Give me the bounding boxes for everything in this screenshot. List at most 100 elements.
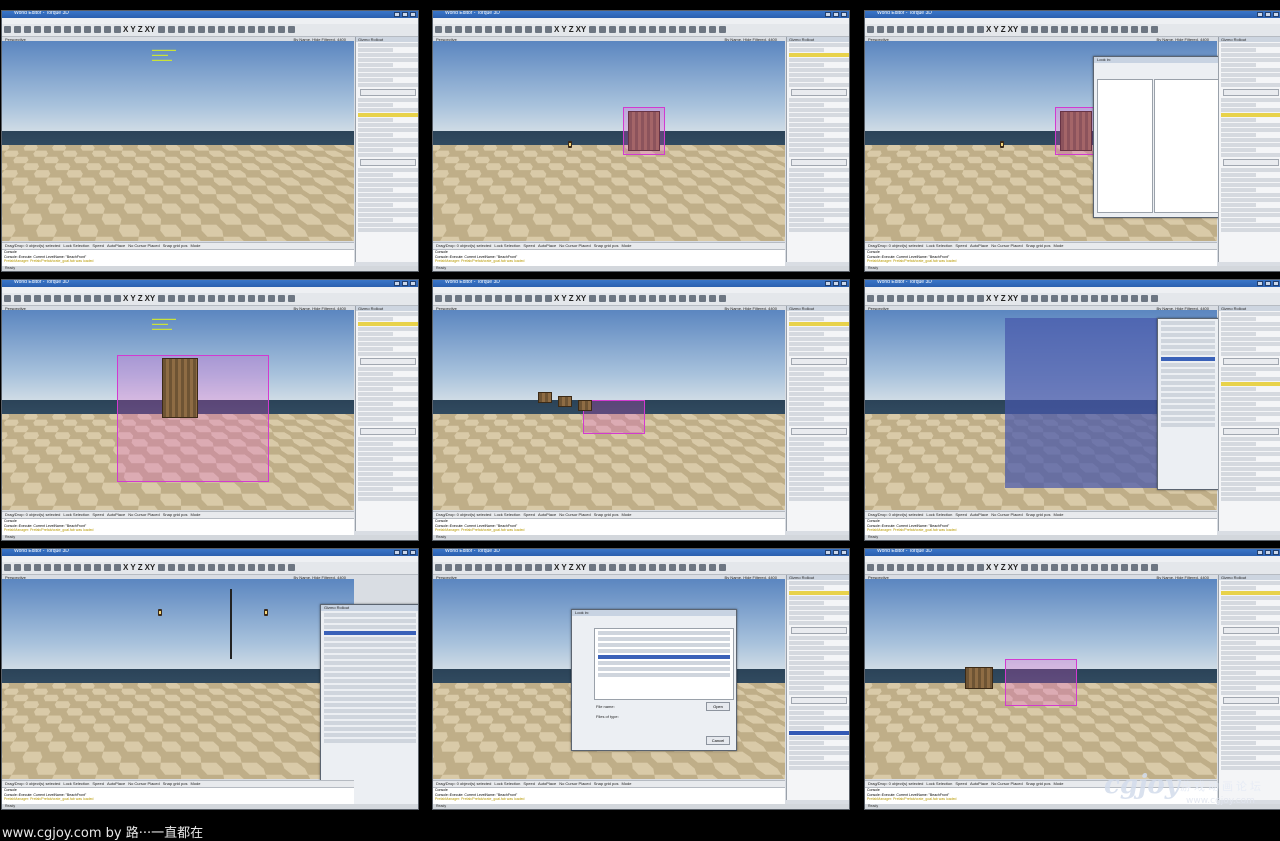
tool-icon[interactable] (485, 564, 492, 571)
tree-row[interactable] (324, 673, 416, 677)
panel-button[interactable] (360, 428, 416, 435)
panel-row[interactable] (789, 203, 825, 207)
tool-icon[interactable] (1111, 26, 1119, 33)
tool-icon[interactable] (709, 564, 717, 571)
tool-icon[interactable] (1151, 295, 1159, 302)
editor-side-panel[interactable]: Gizmo Rollout (1218, 575, 1280, 800)
tool-icon[interactable] (44, 26, 51, 33)
panel-row[interactable] (1221, 113, 1280, 117)
close-button[interactable] (841, 281, 847, 286)
panel-row[interactable] (789, 646, 849, 650)
tree-row[interactable] (324, 667, 416, 671)
tool-icon[interactable] (54, 295, 61, 302)
panel-row[interactable] (358, 198, 418, 202)
tool-icon[interactable] (178, 295, 186, 302)
tool-icon[interactable] (639, 295, 647, 302)
panel-row[interactable] (358, 312, 418, 316)
tool-icon[interactable] (24, 295, 31, 302)
panel-row[interactable] (358, 492, 418, 496)
tool-icon[interactable] (659, 295, 667, 302)
tool-icon[interactable] (178, 564, 186, 571)
panel-row[interactable] (1221, 482, 1280, 486)
tree-row[interactable] (324, 661, 416, 665)
axis-button[interactable]: Y (561, 294, 566, 303)
panel-row[interactable] (789, 586, 825, 590)
tree-row[interactable] (324, 625, 416, 629)
panel-row[interactable] (789, 766, 849, 770)
panel-row[interactable] (789, 78, 825, 82)
tree-row[interactable] (1161, 351, 1215, 355)
tree-row[interactable] (1161, 405, 1215, 409)
tool-icon[interactable] (4, 26, 11, 33)
panel-row[interactable] (789, 581, 849, 585)
tool-icon[interactable] (268, 295, 276, 302)
panel-row[interactable] (789, 716, 849, 720)
panel-row[interactable] (789, 726, 825, 730)
panel-row[interactable] (789, 108, 849, 112)
axis-button[interactable]: Z (1001, 563, 1006, 572)
tool-icon[interactable] (515, 26, 522, 33)
panel-row[interactable] (1221, 48, 1257, 52)
panel-row[interactable] (1221, 676, 1280, 680)
panel-row[interactable] (1221, 467, 1280, 471)
tool-icon[interactable] (867, 295, 874, 302)
panel-row[interactable] (358, 482, 418, 486)
tree-row[interactable] (1161, 327, 1215, 331)
panel-row[interactable] (1221, 721, 1280, 725)
tool-icon[interactable] (709, 295, 717, 302)
tool-icon[interactable] (709, 26, 717, 33)
tool-icon[interactable] (208, 564, 216, 571)
tool-icon[interactable] (258, 26, 266, 33)
panel-row[interactable] (1221, 178, 1280, 182)
scene-viewport[interactable] (433, 41, 785, 241)
tree-row[interactable] (324, 739, 416, 743)
panel-row[interactable] (1221, 646, 1280, 650)
selection-gizmo[interactable] (1055, 107, 1097, 155)
tool-icon[interactable] (609, 26, 617, 33)
tree-row[interactable] (1161, 423, 1215, 427)
panel-row[interactable] (1221, 322, 1280, 326)
tree-row[interactable] (1161, 363, 1215, 367)
panel-row[interactable] (789, 437, 849, 441)
panel-row[interactable] (789, 382, 849, 386)
axis-button[interactable]: X (554, 25, 559, 34)
selection-gizmo[interactable] (583, 400, 645, 434)
panel-row[interactable] (1221, 477, 1280, 481)
tool-icon[interactable] (158, 564, 166, 571)
tool-icon[interactable] (1081, 295, 1089, 302)
panel-row[interactable] (358, 487, 394, 491)
tool-icon[interactable] (1041, 295, 1049, 302)
panel-row[interactable] (789, 198, 849, 202)
maximize-button[interactable] (402, 281, 408, 286)
tool-icon[interactable] (94, 26, 101, 33)
panel-row[interactable] (358, 422, 418, 426)
tool-icon[interactable] (475, 564, 482, 571)
panel-row[interactable] (789, 616, 825, 620)
panel-row[interactable] (1221, 611, 1280, 615)
panel-row[interactable] (789, 472, 825, 476)
panel-row[interactable] (358, 193, 418, 197)
tool-icon[interactable] (1031, 564, 1039, 571)
tool-icon[interactable] (84, 295, 91, 302)
tool-icon[interactable] (669, 26, 677, 33)
close-button[interactable] (841, 12, 847, 17)
tool-icon[interactable] (957, 26, 964, 33)
axis-button[interactable]: Z (569, 563, 574, 572)
panel-row[interactable] (358, 317, 394, 321)
tree-row[interactable] (1161, 333, 1215, 337)
tool-icon[interactable] (1091, 564, 1099, 571)
scene-viewport[interactable] (2, 579, 354, 779)
tree-row[interactable] (1161, 321, 1215, 325)
panel-button[interactable] (1223, 89, 1279, 96)
panel-row[interactable] (789, 636, 849, 640)
tree-row[interactable] (1161, 357, 1215, 361)
tool-icon[interactable] (689, 564, 697, 571)
panel-button[interactable] (791, 358, 847, 365)
tool-icon[interactable] (54, 26, 61, 33)
panel-row[interactable] (358, 497, 418, 501)
panel-row[interactable] (789, 173, 825, 177)
panel-row[interactable] (789, 452, 849, 456)
scene-tree-dialog[interactable]: Gizmo Rollout (320, 604, 418, 806)
panel-row[interactable] (789, 661, 849, 665)
editor-side-panel[interactable]: Gizmo Rollout (1218, 306, 1280, 531)
